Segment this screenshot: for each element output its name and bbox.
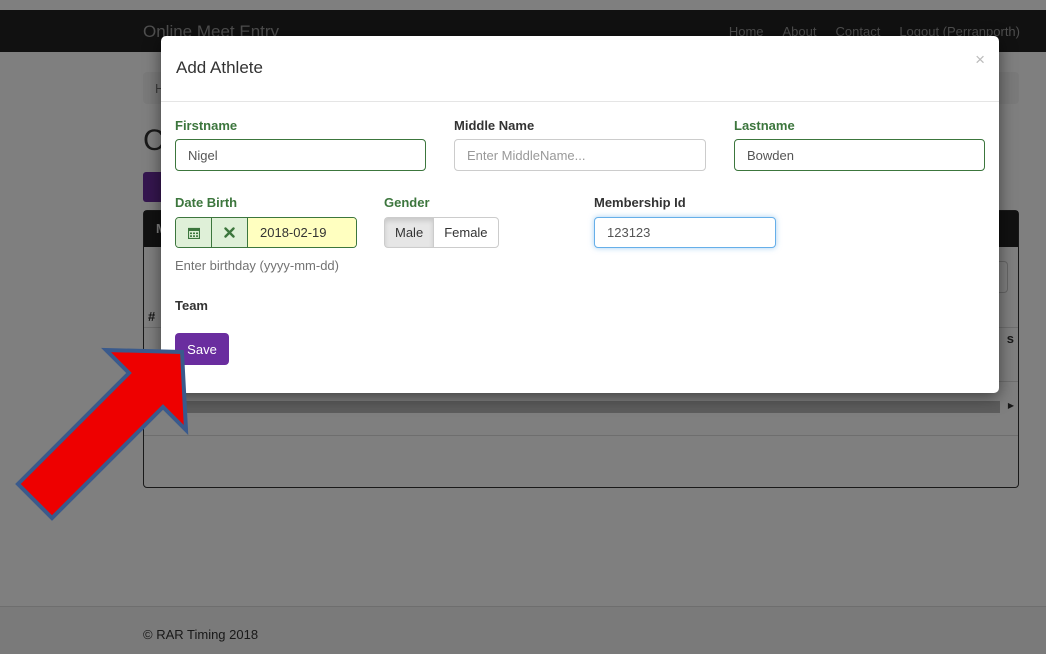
calendar-icon	[187, 227, 200, 239]
lastname-label: Lastname	[734, 118, 795, 133]
gender-male-button[interactable]: Male	[384, 217, 434, 248]
close-icon[interactable]: ×	[975, 50, 985, 70]
lastname-input[interactable]	[734, 139, 985, 171]
membership-label: Membership Id	[594, 195, 686, 210]
date-birth-help: Enter birthday (yyyy-mm-dd)	[175, 258, 339, 273]
clear-x-icon	[224, 227, 235, 238]
gender-female-button[interactable]: Female	[433, 217, 499, 248]
date-birth-input[interactable]: 2018-02-19	[248, 218, 356, 247]
middlename-label: Middle Name	[454, 118, 535, 133]
team-label: Team	[175, 298, 208, 313]
date-birth-group: 2018-02-19	[175, 217, 357, 248]
modal-header: Add Athlete ×	[161, 36, 999, 102]
add-athlete-modal: Add Athlete × Firstname Middle Name Last…	[161, 36, 999, 393]
firstname-input[interactable]	[175, 139, 426, 171]
middlename-input[interactable]	[454, 139, 706, 171]
membership-id-input[interactable]	[594, 217, 776, 248]
gender-toggle: Male Female	[384, 217, 499, 248]
date-birth-label: Date Birth	[175, 195, 238, 210]
gender-label: Gender	[384, 195, 430, 210]
save-button[interactable]: Save	[175, 333, 229, 365]
calendar-button[interactable]	[176, 218, 212, 247]
modal-title: Add Athlete	[176, 58, 263, 77]
clear-date-button[interactable]	[212, 218, 248, 247]
firstname-label: Firstname	[175, 118, 238, 133]
